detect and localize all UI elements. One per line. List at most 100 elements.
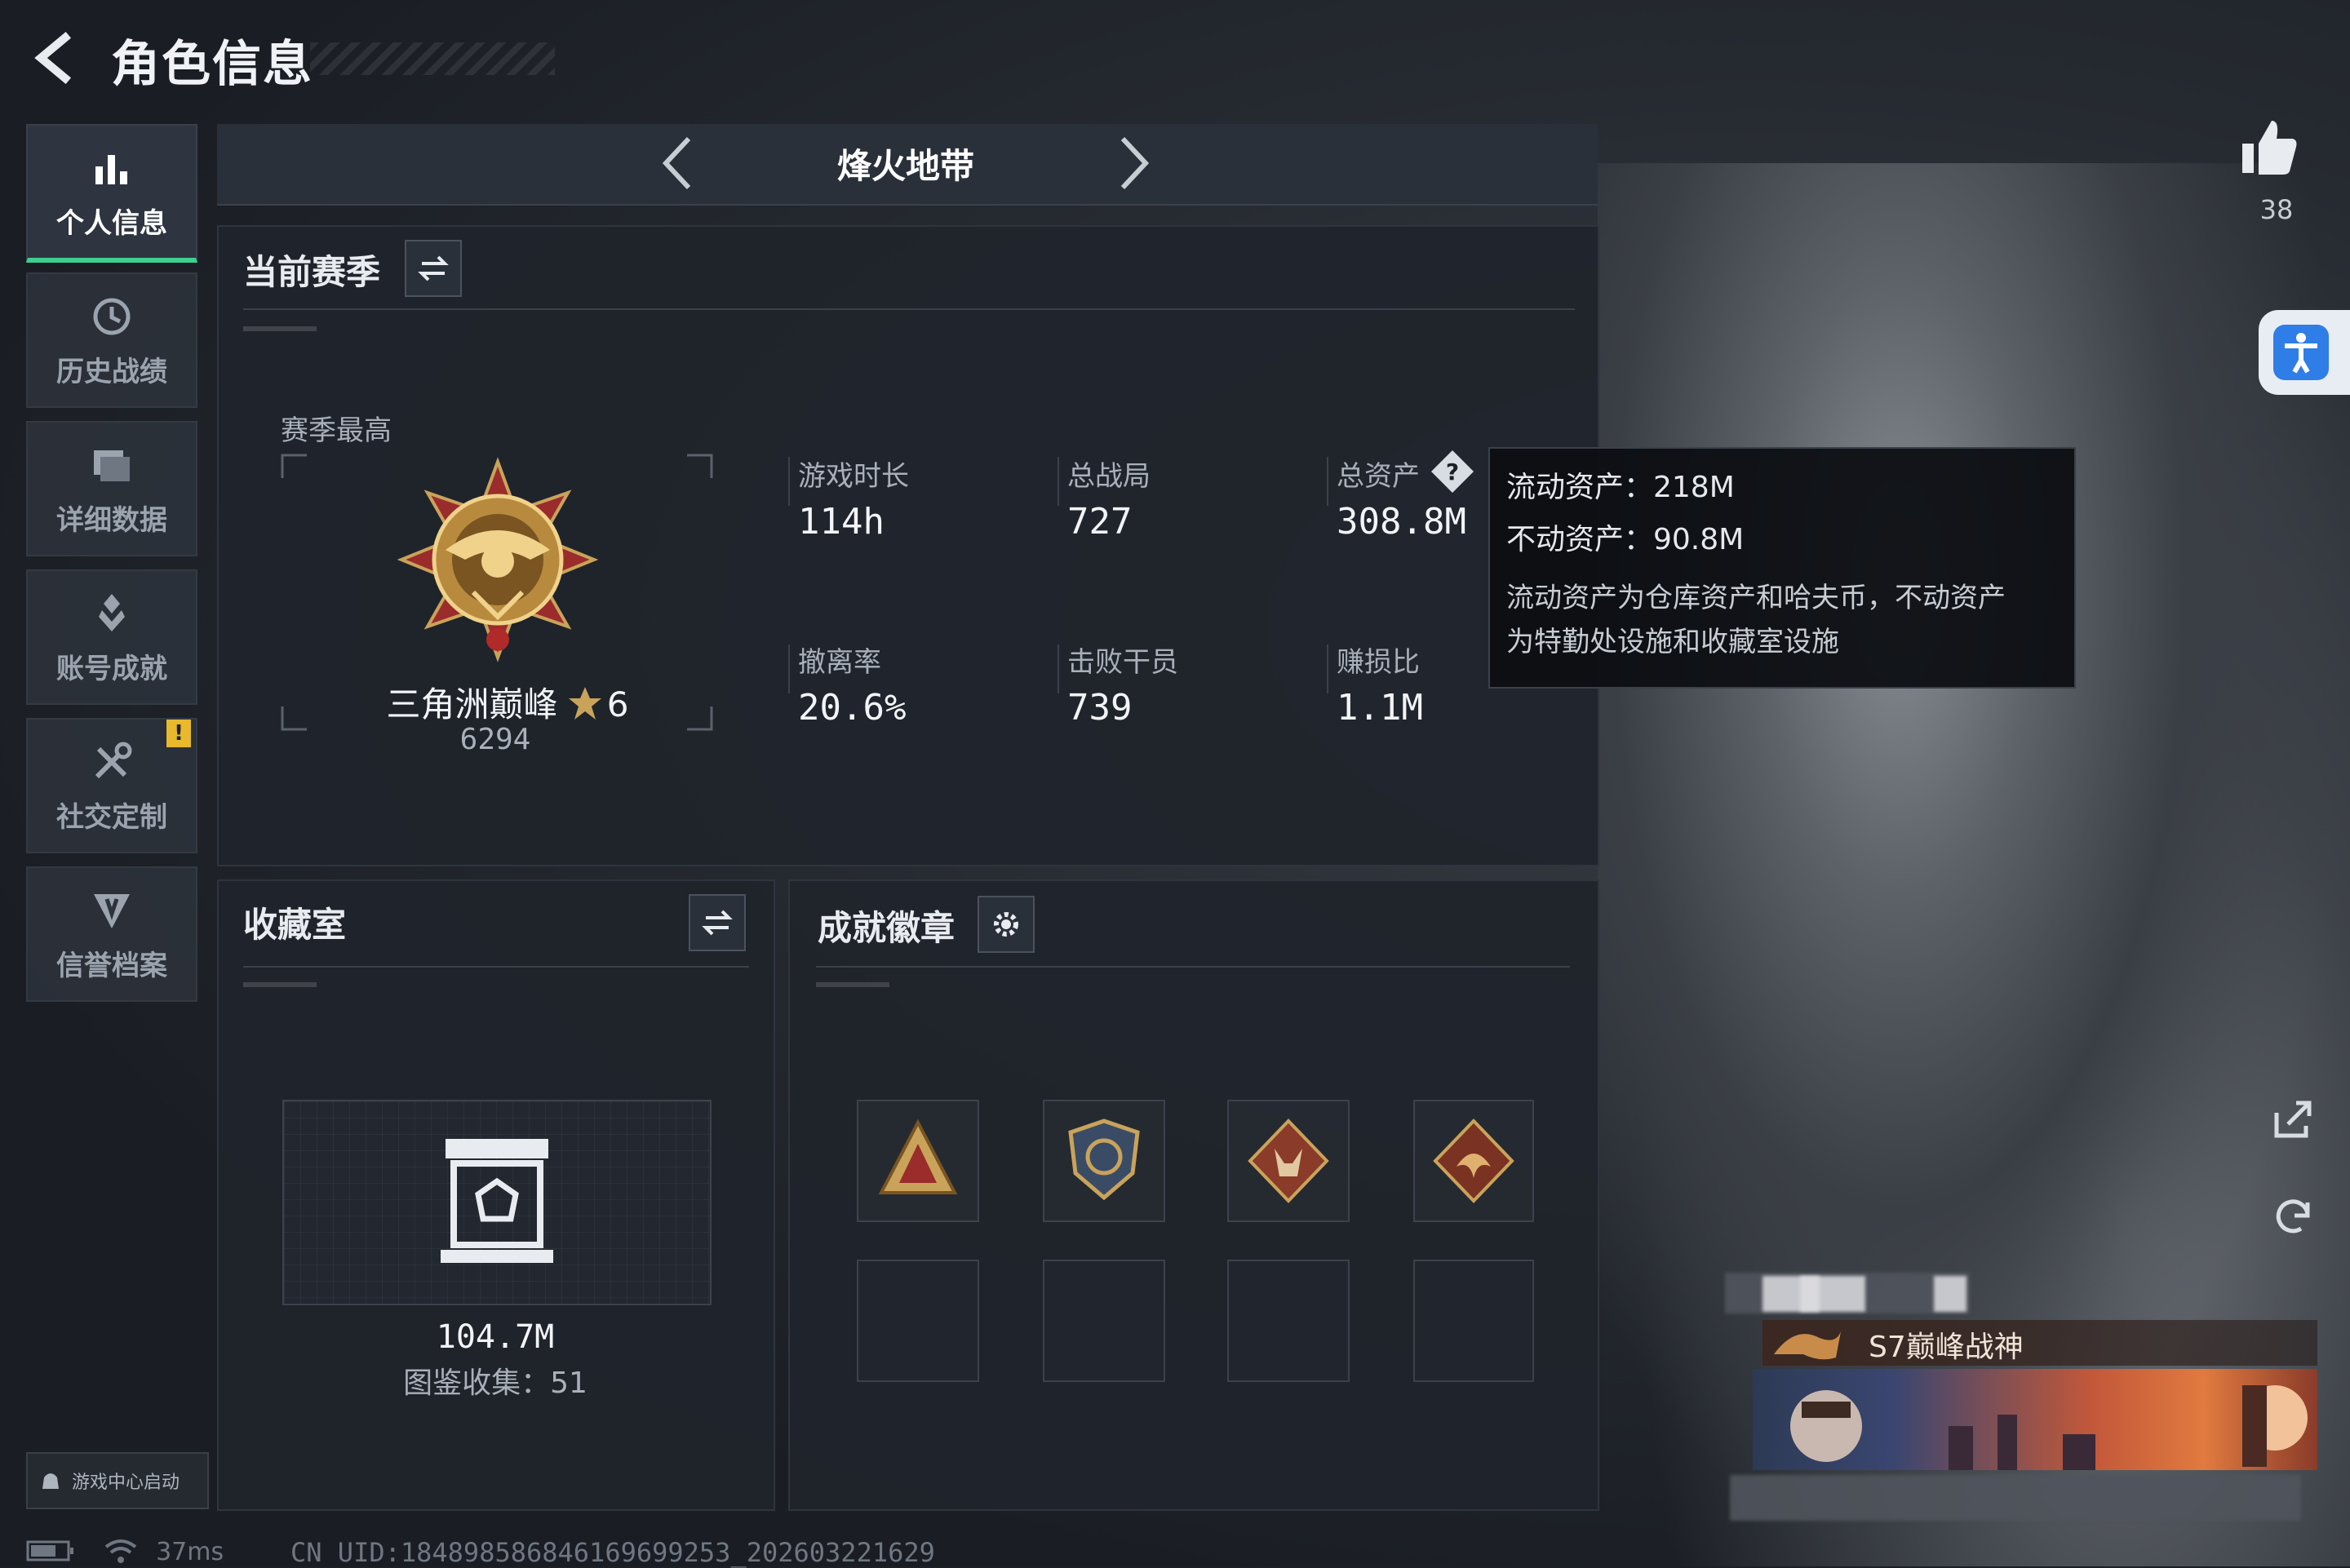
share-icon — [2274, 1101, 2312, 1138]
stat-label: 总战局 — [1067, 460, 1151, 493]
stat-value: 727 — [1067, 501, 1133, 543]
collection-title: 收藏室 — [243, 905, 347, 945]
mode-next-button[interactable] — [1110, 131, 1159, 196]
collection-divider — [243, 966, 749, 968]
dragon-badge-icon — [1433, 1118, 1514, 1203]
achievement-divider — [816, 966, 1570, 968]
stat-divider — [1058, 644, 1059, 693]
collection-swap-button[interactable] — [689, 894, 746, 951]
achievement-settings-button[interactable] — [978, 896, 1035, 953]
ping-value: 37ms — [156, 1538, 224, 1566]
asset-tooltip: 流动资产：218M 不动资产：90.8M 流动资产为仓库资产和哈夫币，不动资产 … — [1488, 447, 2076, 689]
rank-name: 三角洲巅峰 — [386, 684, 558, 724]
stat-divider — [788, 644, 790, 693]
rank-score: 6294 — [459, 723, 531, 756]
like-count: 38 — [2259, 194, 2294, 225]
achievement-badge[interactable] — [1227, 1100, 1350, 1222]
stat-value: 114h — [798, 501, 885, 543]
collection-value: 104.7M — [436, 1318, 555, 1356]
nav-label: 详细数据 — [56, 503, 167, 537]
accessibility-icon — [2273, 325, 2329, 380]
season-divider — [243, 308, 1575, 310]
stat-divider — [1327, 644, 1328, 693]
wifi-icon — [104, 1539, 136, 1563]
bell-icon — [42, 1473, 59, 1489]
title-card[interactable] — [1762, 1320, 2317, 1366]
stat-value: 308.8M — [1337, 501, 1466, 543]
battery-icon — [26, 1540, 73, 1561]
stat-label: 总资产 — [1337, 460, 1420, 493]
nav-history[interactable]: 历史战绩 — [26, 272, 197, 408]
stat-label: 撤离率 — [798, 646, 881, 679]
swap-icon — [418, 255, 449, 281]
title-card-text: S7巅峰战神 — [1869, 1331, 2024, 1364]
achievement-empty-slot[interactable] — [1227, 1260, 1350, 1382]
stat-label: 击败干员 — [1067, 646, 1178, 679]
chevron-right-icon — [1120, 136, 1150, 190]
nav-achievements[interactable]: 账号成就 — [26, 569, 197, 705]
title-decoration — [310, 42, 555, 75]
mode-title: 烽火地带 — [836, 146, 974, 186]
thumbs-up-icon — [2242, 121, 2297, 175]
bar-chart-icon — [95, 154, 127, 184]
collection-count: 图鉴收集：51 — [403, 1366, 588, 1400]
nav-personal-info[interactable]: 个人信息 — [26, 124, 197, 263]
stat-value: 20.6% — [798, 687, 907, 729]
stat-divider — [1058, 457, 1059, 506]
like-button[interactable] — [2236, 114, 2301, 183]
vault-icon — [441, 1139, 553, 1263]
gear-icon — [994, 912, 1018, 937]
achievement-title: 成就徽章 — [818, 908, 956, 948]
achievement-badge[interactable] — [1413, 1100, 1534, 1222]
rank-emblem-icon — [397, 457, 599, 662]
notification-badge: ! — [166, 720, 191, 747]
status-bar: 37ms — [26, 1537, 224, 1566]
accessibility-button[interactable] — [2259, 310, 2350, 395]
star-icon — [568, 687, 601, 720]
page-title: 角色信息 — [111, 36, 313, 93]
nav-label: 信誉档案 — [56, 949, 167, 982]
game-center-launch[interactable]: 游戏中心启动 — [26, 1452, 209, 1509]
back-arrow-icon — [34, 31, 72, 85]
achievement-badge[interactable] — [1043, 1100, 1165, 1222]
blurred-info — [1730, 1475, 2301, 1521]
achievement-empty-slot[interactable] — [857, 1260, 979, 1382]
launch-label: 游戏中心启动 — [72, 1473, 180, 1493]
rank-line: 三角洲巅峰 6 — [369, 677, 646, 727]
uid-text: CN UID:184898586846169699253_20260322162… — [290, 1537, 935, 1568]
stat-value: 1.1M — [1337, 687, 1423, 729]
mode-prev-button[interactable] — [653, 131, 702, 196]
tooltip-note-2: 为特勤处设施和收藏室设施 — [1506, 626, 1839, 658]
achievement-empty-slot[interactable] — [1413, 1260, 1534, 1382]
blurred-name-segment — [1800, 1276, 1865, 1312]
chevron-left-icon — [662, 136, 691, 190]
triangle-rank-badge-icon — [878, 1118, 958, 1194]
collection-deco — [243, 982, 317, 987]
blurred-name-segment — [1934, 1276, 1966, 1312]
season-swap-button[interactable] — [405, 240, 462, 297]
rotate-button[interactable] — [2268, 1191, 2317, 1243]
achievement-empty-slot[interactable] — [1043, 1260, 1165, 1382]
season-best-label: 赛季最高 — [281, 414, 392, 447]
shield-icon — [94, 893, 130, 928]
nav-detailed-data[interactable]: 详细数据 — [26, 421, 197, 556]
achievement-icon — [99, 593, 125, 631]
achievement-badge[interactable] — [857, 1100, 979, 1222]
folder-icon — [94, 450, 130, 481]
title-emblem-icon — [1774, 1331, 1841, 1360]
refresh-icon — [2276, 1199, 2310, 1234]
svg-text:?: ? — [1446, 458, 1459, 485]
season-deco — [243, 326, 317, 331]
nav-label: 社交定制 — [56, 800, 167, 834]
back-button[interactable] — [26, 29, 83, 86]
asset-help-button[interactable]: ? — [1430, 449, 1475, 498]
achievement-deco — [816, 982, 889, 987]
stat-label: 游戏时长 — [798, 460, 909, 493]
tools-icon — [95, 742, 132, 778]
stat-divider — [788, 457, 790, 506]
nav-credit-record[interactable]: 信誉档案 — [26, 866, 197, 1002]
share-button[interactable] — [2268, 1095, 2317, 1147]
stat-label: 赚损比 — [1337, 646, 1420, 679]
banner-art — [1790, 1385, 2308, 1470]
tooltip-note-1: 流动资产为仓库资产和哈夫币，不动资产 — [1506, 582, 2006, 614]
